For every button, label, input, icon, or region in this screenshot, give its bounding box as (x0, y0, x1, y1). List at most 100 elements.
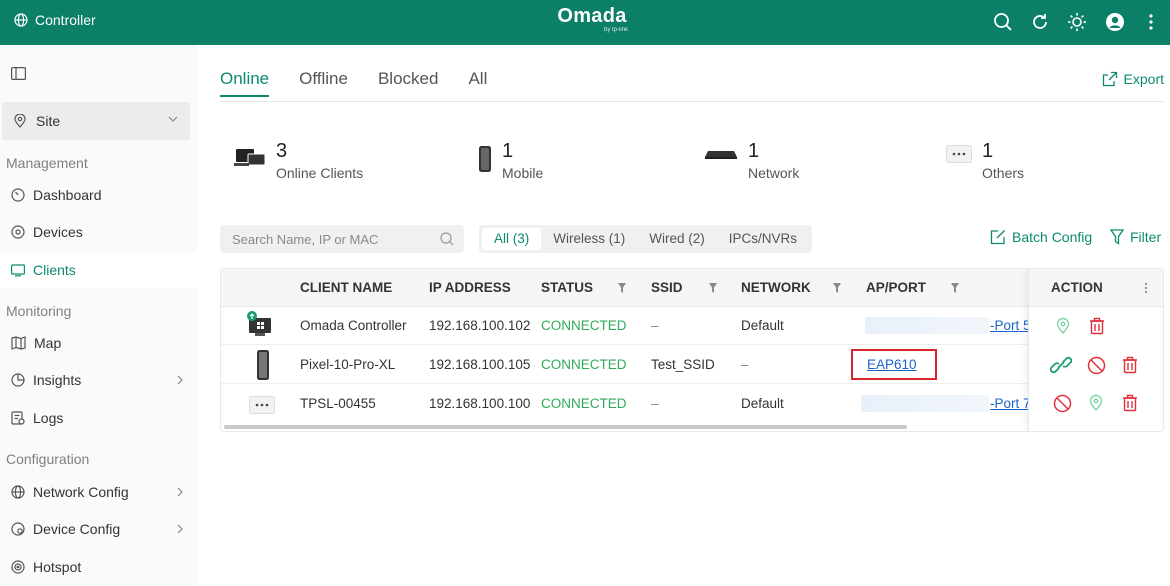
client-name: Pixel-10-Pro-XL (300, 357, 396, 372)
client-status: CONNECTED (541, 396, 627, 411)
client-network: Default (741, 318, 784, 333)
column-settings-icon[interactable] (1144, 282, 1148, 294)
filter-wireless[interactable]: Wireless (1) (541, 228, 637, 250)
action-header: ACTION (1029, 269, 1163, 307)
sidebar-item-map[interactable]: Map (0, 325, 197, 361)
network-filter-icon[interactable] (833, 283, 841, 293)
header-ip-address[interactable]: IP ADDRESS (429, 280, 511, 295)
network-globe-icon (11, 485, 25, 499)
site-selector[interactable]: Site (2, 102, 190, 140)
horizontal-scrollbar[interactable] (224, 425, 907, 429)
tab-blocked[interactable]: Blocked (378, 69, 438, 97)
client-network: – (741, 357, 749, 372)
delete-trash-icon[interactable] (1121, 356, 1139, 374)
filter-ipcs-nvrs[interactable]: IPCs/NVRs (717, 228, 809, 250)
clients-table: CLIENT NAME IP ADDRESS STATUS SSID NETWO… (220, 268, 1164, 432)
filter-all[interactable]: All (3) (482, 228, 542, 250)
chevron-right-icon (177, 487, 183, 497)
ap-port-link[interactable]: -Port 7 (990, 396, 1031, 411)
ssid-filter-icon[interactable] (709, 283, 717, 293)
sidebar-item-network-config[interactable]: Network Config (0, 474, 197, 510)
mobile-phone-icon (478, 145, 492, 173)
header-ssid[interactable]: SSID (651, 280, 683, 295)
client-ssid: – (651, 318, 659, 333)
map-icon (11, 336, 26, 350)
device-config-icon (11, 522, 25, 536)
sidebar-item-device-config[interactable]: Device Config (0, 511, 197, 547)
client-status: CONNECTED (541, 357, 627, 372)
more-vertical-icon[interactable] (1140, 11, 1162, 33)
locate-pin-icon[interactable] (1087, 394, 1105, 412)
others-dots-icon (946, 145, 972, 163)
summary-mobile: 1 Mobile (478, 140, 543, 181)
status-filter-icon[interactable] (618, 283, 626, 293)
sidebar-toggle-icon[interactable] (11, 67, 26, 80)
batch-config-button[interactable]: Batch Config (990, 229, 1092, 245)
ap-port-redacted (865, 317, 989, 334)
client-ip: 192.168.100.102 (429, 318, 531, 333)
client-status: CONNECTED (541, 318, 627, 333)
table-row[interactable]: TPSL-00455 192.168.100.100 CONNECTED – D… (221, 385, 1163, 423)
action-column: ACTION (1028, 269, 1163, 431)
header-status[interactable]: STATUS (541, 280, 593, 295)
locate-pin-icon[interactable] (1054, 317, 1072, 335)
header-network[interactable]: NETWORK (741, 280, 811, 295)
tab-offline[interactable]: Offline (299, 69, 348, 97)
others-dots-icon (249, 396, 275, 414)
globe-icon (14, 13, 28, 27)
group-configuration: Configuration (6, 451, 90, 467)
sidebar-item-logs[interactable]: Logs (0, 400, 197, 436)
header-ap-port[interactable]: AP/PORT (866, 280, 926, 295)
sidebar-item-hotspot[interactable]: Hotspot (0, 549, 197, 585)
user-avatar-icon[interactable] (1104, 11, 1126, 33)
link-chain-icon[interactable] (1050, 356, 1072, 374)
client-tabs: Online Offline Blocked All (220, 69, 487, 97)
client-name: TPSL-00455 (300, 396, 376, 411)
chevron-right-icon (177, 524, 183, 534)
group-monitoring: Monitoring (6, 303, 72, 319)
controller-label: Controller (35, 12, 96, 28)
filter-button[interactable]: Filter (1110, 229, 1161, 245)
summary-online-clients: 3 Online Clients (234, 140, 363, 181)
ap-port-link[interactable]: -Port 5 (990, 318, 1031, 333)
search-icon[interactable] (440, 232, 454, 246)
refresh-icon[interactable] (1029, 11, 1051, 33)
delete-trash-icon[interactable] (1121, 394, 1139, 412)
filter-wired[interactable]: Wired (2) (637, 228, 717, 250)
ap-port-redacted (861, 395, 989, 412)
tab-divider (220, 101, 1164, 102)
theme-sun-icon[interactable] (1066, 11, 1088, 33)
search-icon[interactable] (992, 11, 1014, 33)
block-icon[interactable] (1053, 394, 1072, 413)
table-row[interactable]: Omada Controller 192.168.100.102 CONNECT… (221, 307, 1163, 345)
controller-brand[interactable]: Controller (14, 12, 96, 28)
sidebar-item-devices[interactable]: Devices (0, 214, 197, 250)
search-input[interactable] (220, 225, 430, 253)
sidebar-item-dashboard[interactable]: Dashboard (0, 177, 197, 213)
client-ssid: – (651, 396, 659, 411)
tab-online[interactable]: Online (220, 69, 270, 97)
summary-others: 1 Others (946, 140, 1024, 181)
clients-icon (11, 263, 25, 277)
header-client-name[interactable]: CLIENT NAME (300, 280, 392, 295)
header-action: ACTION (1051, 280, 1103, 295)
dashboard-gauge-icon (11, 188, 25, 202)
table-row[interactable]: Pixel-10-Pro-XL 192.168.100.105 CONNECTE… (221, 346, 1163, 384)
ap-port-link[interactable]: EAP610 (867, 357, 917, 372)
ap-port-filter-icon[interactable] (951, 283, 959, 293)
tab-all[interactable]: All (468, 69, 487, 97)
delete-trash-icon[interactable] (1088, 317, 1106, 335)
filter-funnel-icon (1110, 229, 1124, 245)
sidebar-item-insights[interactable]: Insights (0, 362, 197, 398)
block-icon[interactable] (1087, 356, 1106, 375)
export-button[interactable]: Export (1102, 71, 1164, 87)
summary-network: 1 Network (704, 140, 799, 181)
batch-edit-icon (990, 229, 1006, 245)
site-label: Site (36, 113, 61, 129)
client-network: Default (741, 396, 784, 411)
top-bar: Controller Omada by tp-link (0, 0, 1170, 45)
insights-pie-icon (11, 373, 25, 387)
group-management: Management (6, 155, 88, 171)
devices-icon (11, 225, 25, 239)
sidebar-item-clients[interactable]: Clients (0, 252, 197, 288)
